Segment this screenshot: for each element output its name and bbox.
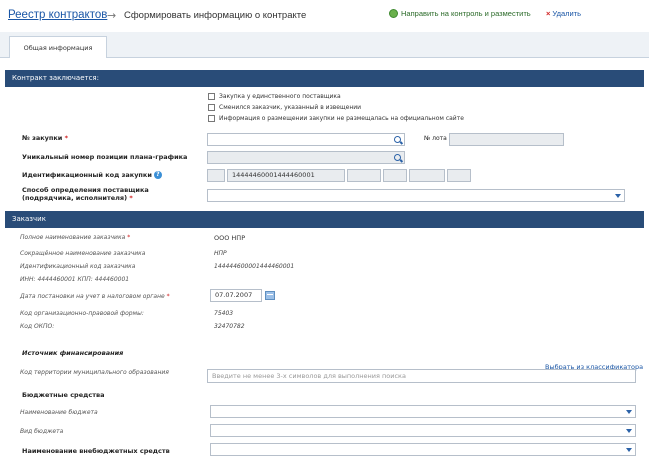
- tab-bar: Общая информация: [0, 32, 649, 58]
- purchase-search-icon[interactable]: [394, 136, 403, 145]
- plan-position-input[interactable]: [207, 151, 405, 164]
- purchase-number-label: № закупки *: [22, 134, 69, 142]
- section-header-customer: Заказчик: [5, 211, 644, 228]
- purchase-number-input[interactable]: [207, 133, 405, 146]
- send-icon: [389, 9, 398, 18]
- calendar-icon[interactable]: [265, 291, 275, 300]
- checkbox-label: Закупка у единственного поставщика: [219, 93, 341, 100]
- checkbox-not-published[interactable]: Информация о размещении закупки не разме…: [208, 115, 464, 122]
- plan-position-search-icon[interactable]: [394, 154, 403, 163]
- breadcrumb-current: Сформировать информацию о контракте: [124, 10, 307, 21]
- ikz-label: Идентификационный код закупки?: [22, 171, 162, 179]
- budget-type-label: Вид бюджета: [20, 428, 64, 435]
- extrabudget-select[interactable]: [210, 443, 636, 456]
- delete-button[interactable]: × Удалить: [546, 9, 581, 18]
- section-header-contract: Контракт заключается:: [5, 70, 644, 87]
- ikz-part-4: [383, 169, 407, 182]
- financing-title: Источник финансирования: [22, 349, 124, 357]
- breadcrumb-arrow-icon: →: [107, 9, 117, 22]
- checkbox-label: Сменился заказчик, указанный в извещении: [219, 104, 362, 111]
- short-name-value: НПР: [214, 250, 227, 257]
- full-name-label: Полное наименование заказчика *: [20, 234, 131, 241]
- tax-date-label: Дата постановки на учет в налоговом орга…: [20, 293, 170, 300]
- delete-label: Удалить: [552, 9, 582, 18]
- chevron-down-icon[interactable]: [623, 444, 635, 455]
- budget-name-select[interactable]: [210, 405, 636, 418]
- delete-icon: ×: [546, 9, 551, 18]
- inn-kpp: ИНН: 4444460001 КПП: 444460001: [20, 276, 130, 283]
- budget-name-label: Наименование бюджета: [20, 409, 98, 416]
- municipal-code-label: Код территории муниципального образовани…: [20, 369, 169, 376]
- checkbox-box[interactable]: [208, 115, 215, 122]
- okpo-label: Код ОКПО:: [20, 323, 55, 330]
- okpo-value: 32470782: [214, 323, 245, 330]
- checkbox-box[interactable]: [208, 104, 215, 111]
- send-to-control-button[interactable]: Направить на контроль и разместить: [389, 9, 531, 18]
- ikz-part-6: [447, 169, 471, 182]
- chevron-down-icon[interactable]: [623, 425, 635, 436]
- customer-id-code-value: 144444600001444460001: [214, 263, 295, 270]
- checkbox-single-supplier[interactable]: Закупка у единственного поставщика: [208, 93, 341, 100]
- tab-general-info[interactable]: Общая информация: [9, 36, 107, 58]
- supplier-method-label: Способ определения поставщика (подрядчик…: [22, 186, 149, 202]
- plan-position-label: Уникальный номер позиции плана-графика: [22, 153, 188, 161]
- budget-funds-title: Бюджетные средства: [22, 391, 105, 399]
- help-icon[interactable]: ?: [153, 171, 162, 179]
- breadcrumb-contracts-registry-link[interactable]: Реестр контрактов: [8, 9, 107, 21]
- tax-date-input[interactable]: 07.07.2007: [210, 289, 262, 302]
- supplier-method-select[interactable]: [207, 189, 625, 202]
- okopf-value: 75403: [214, 310, 234, 317]
- municipal-code-input[interactable]: Введите не менее 3-х символов для выполн…: [207, 369, 636, 383]
- budget-type-select[interactable]: [210, 424, 636, 437]
- extrabudget-label: Наименование внебюджетных средств: [22, 447, 170, 455]
- okopf-label: Код организационно-правовой формы:: [20, 310, 144, 317]
- ikz-part-1: [207, 169, 225, 182]
- checkbox-customer-changed[interactable]: Сменился заказчик, указанный в извещении: [208, 104, 361, 111]
- checkbox-label: Информация о размещении закупки не разме…: [219, 115, 464, 122]
- checkbox-box[interactable]: [208, 93, 215, 100]
- full-name-value: ООО НПР: [214, 234, 246, 242]
- ikz-part-5: [409, 169, 445, 182]
- municipal-code-placeholder: Введите не менее 3-х символов для выполн…: [212, 372, 406, 380]
- ikz-part-3: [347, 169, 381, 182]
- customer-id-code-label: Идентификационный код заказчика: [20, 263, 136, 270]
- lot-number-input[interactable]: [449, 133, 564, 146]
- chevron-down-icon[interactable]: [623, 406, 635, 417]
- page-header: Реестр контрактов → Сформировать информа…: [0, 0, 649, 30]
- chevron-down-icon[interactable]: [612, 190, 624, 201]
- ikz-value: 14444460001444460001: [227, 169, 345, 182]
- lot-label: № лота: [424, 135, 447, 142]
- send-to-control-label: Направить на контроль и разместить: [401, 9, 531, 18]
- short-name-label: Сокращённое наименование заказчика: [20, 250, 146, 257]
